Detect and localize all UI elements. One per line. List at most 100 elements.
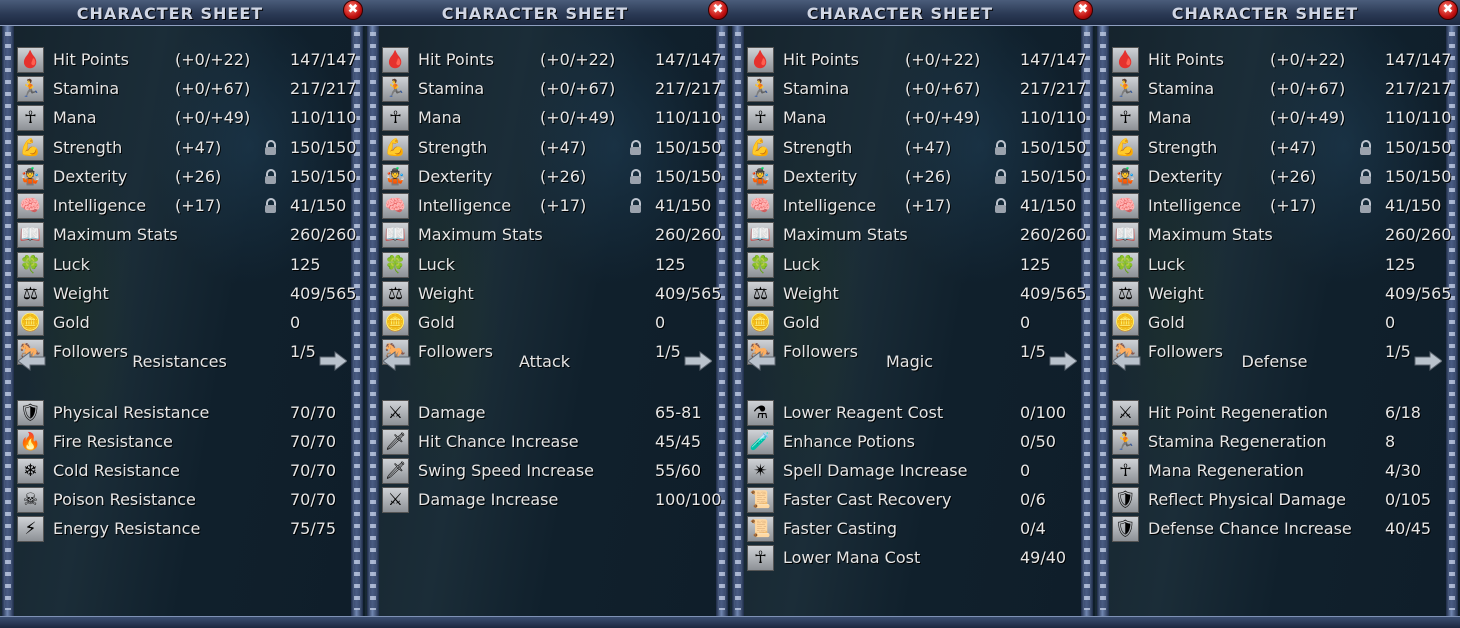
juggling-hands-icon: 🤹 (382, 164, 409, 190)
stat-row: 🩸 Hit Points (+0/+22) 147/147 (747, 47, 1086, 73)
gold-coins-icon: 🪙 (382, 310, 409, 336)
padlock-icon[interactable] (995, 198, 1006, 213)
bottom-border (1095, 616, 1460, 628)
padlock-icon[interactable] (265, 169, 276, 184)
stat-value: 0 (1020, 313, 1031, 332)
stat-value: 150/150 (655, 138, 722, 157)
stat-row: ☥ Mana (+0/+49) 110/110 (747, 105, 1086, 131)
stat-label: Luck (1148, 255, 1185, 274)
stat-label: Gold (53, 313, 90, 332)
gold-coins-icon: 🪙 (1112, 310, 1139, 336)
title-bar[interactable]: CHARACTER SHEET ✖ (365, 0, 730, 26)
stat-value: 217/217 (655, 79, 722, 98)
brain-icon: 🧠 (17, 193, 44, 219)
property-value: 0/50 (1020, 432, 1056, 451)
property-row: ✴ Spell Damage Increase 0 (747, 458, 1081, 484)
stat-label: Intelligence (1148, 196, 1242, 215)
title-bar[interactable]: CHARACTER SHEET ✖ (730, 0, 1095, 26)
stat-label: Strength (1148, 138, 1218, 157)
stat-value: 110/110 (290, 108, 357, 127)
stat-row: 🧠 Intelligence (+17) 41/150 (1112, 193, 1446, 219)
next-section-arrow-icon[interactable] (1414, 351, 1443, 371)
padlock-icon[interactable] (630, 169, 641, 184)
stat-value: 41/150 (1385, 196, 1442, 215)
reflect-shield-icon: 🛡 (1112, 487, 1139, 513)
previous-section-arrow-icon[interactable] (747, 351, 776, 371)
property-value: 0/4 (1020, 519, 1046, 538)
stat-modifier: (+0/+67) (540, 79, 616, 98)
sword-sparkle-icon: ⚔ (382, 400, 409, 426)
stat-label: Stamina (53, 79, 120, 98)
title-bar[interactable]: CHARACTER SHEET ✖ (1095, 0, 1460, 26)
property-label: Fire Resistance (53, 432, 173, 451)
stat-modifier: (+0/+22) (1270, 50, 1346, 69)
property-value: 70/70 (290, 490, 337, 509)
property-label: Spell Damage Increase (783, 461, 968, 480)
property-row: 🛡 Defense Chance Increase 40/45 (1112, 516, 1446, 542)
stat-value: 409/565 (655, 284, 722, 303)
character-sheet-panel: CHARACTER SHEET ✖ 🩸 Hit Points (+0/+22) 147/1… (0, 0, 365, 628)
stat-row: 🤹 Dexterity (+26) 150/150 (1112, 164, 1451, 190)
four-leaf-clover-icon: 🍀 (17, 252, 44, 278)
stat-value: 0 (1385, 313, 1396, 332)
stat-label: Stamina (1148, 79, 1215, 98)
padlock-icon[interactable] (995, 169, 1006, 184)
stat-modifier: (+26) (175, 167, 222, 186)
brain-icon: 🧠 (382, 193, 409, 219)
stat-label: Dexterity (1148, 167, 1223, 186)
close-icon[interactable]: ✖ (708, 0, 728, 20)
previous-section-arrow-icon[interactable] (1112, 351, 1141, 371)
stat-label: Weight (783, 284, 839, 303)
padlock-icon[interactable] (630, 140, 641, 155)
window-title: CHARACTER SHEET (806, 4, 994, 23)
stat-label: Luck (783, 255, 820, 274)
next-section-arrow-icon[interactable] (1049, 351, 1078, 371)
next-section-arrow-icon[interactable] (684, 351, 713, 371)
lightning-icon: ⚡ (17, 516, 44, 542)
close-icon[interactable]: ✖ (343, 0, 363, 20)
title-bar[interactable]: CHARACTER SHEET ✖ (0, 0, 365, 26)
close-icon[interactable]: ✖ (1073, 0, 1093, 20)
padlock-icon[interactable] (995, 140, 1006, 155)
padlock-icon[interactable] (265, 140, 276, 155)
section-switcher: Defense (1112, 348, 1446, 376)
stat-value: 150/150 (1385, 167, 1452, 186)
property-value: 0 (1020, 461, 1031, 480)
ankh-icon: ☥ (747, 105, 774, 131)
padlock-icon[interactable] (265, 198, 276, 213)
padlock-icon[interactable] (1360, 140, 1371, 155)
section-title: Resistances (132, 352, 227, 371)
stat-label: Intelligence (418, 196, 512, 215)
stat-modifier: (+0/+49) (175, 108, 251, 127)
ankh-icon: ☥ (1112, 105, 1139, 131)
previous-section-arrow-icon[interactable] (382, 351, 411, 371)
padlock-icon[interactable] (630, 198, 641, 213)
section-title: Magic (885, 352, 933, 371)
property-label: Reflect Physical Damage (1148, 490, 1347, 509)
stat-label: Maximum Stats (783, 225, 908, 244)
close-icon[interactable]: ✖ (1438, 0, 1458, 20)
stat-label: Hit Points (1148, 50, 1224, 69)
stat-value: 125 (1385, 255, 1416, 274)
next-section-arrow-icon[interactable] (319, 351, 348, 371)
property-row: ⚔ Damage 65-81 (382, 400, 716, 426)
property-label: Faster Cast Recovery (783, 490, 952, 509)
stat-value: 150/150 (290, 138, 357, 157)
stat-value: 125 (655, 255, 686, 274)
stat-label: Hit Points (783, 50, 859, 69)
stat-label: Hit Points (53, 50, 129, 69)
padlock-icon[interactable] (1360, 198, 1371, 213)
ankh-icon: ☥ (1112, 458, 1139, 484)
property-value: 70/70 (290, 403, 337, 422)
previous-section-arrow-icon[interactable] (17, 351, 46, 371)
snowflake-icon: ❄ (17, 458, 44, 484)
ankh-icon: ☥ (17, 105, 44, 131)
brain-icon: 🧠 (1112, 193, 1139, 219)
padlock-icon[interactable] (1360, 169, 1371, 184)
stat-modifier: (+0/+22) (175, 50, 251, 69)
stat-row: 🩸 Hit Points (+0/+22) 147/147 (1112, 47, 1451, 73)
property-row: 🗡 Hit Chance Increase 45/45 (382, 429, 716, 455)
stat-row: ⚖ Weight 409/565 (17, 281, 356, 307)
property-label: Physical Resistance (53, 403, 210, 422)
stat-value: 110/110 (655, 108, 722, 127)
